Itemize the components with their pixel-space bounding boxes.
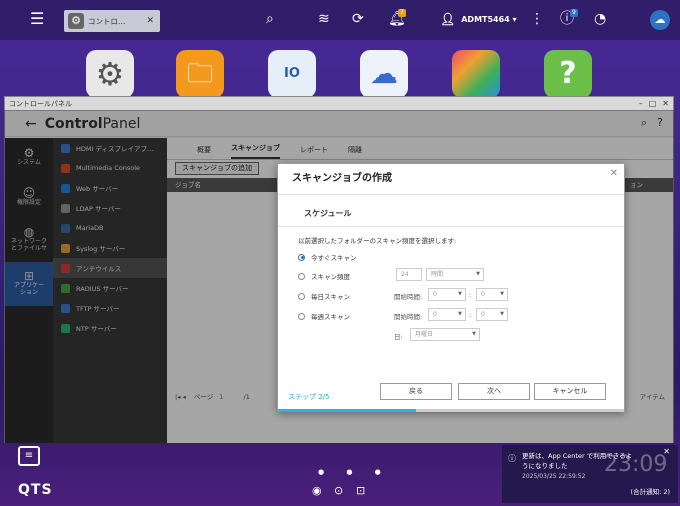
info-badge: 9 bbox=[570, 9, 578, 17]
sync-icon[interactable]: ⟳ bbox=[352, 12, 364, 26]
option-weekly-scan[interactable]: 毎週スキャン bbox=[298, 311, 350, 321]
time-colon: : bbox=[469, 291, 472, 299]
user-name: ADMT5464 ▾ bbox=[461, 14, 517, 24]
cloud-app-icon[interactable]: ☁ bbox=[360, 50, 408, 98]
weekday-select[interactable]: 月曜日 ▼ bbox=[410, 328, 480, 341]
section-title: スケジュール bbox=[304, 209, 352, 218]
frequency-unit-select[interactable]: 時間 ▼ bbox=[426, 268, 484, 281]
cancel-button[interactable]: キャンセル bbox=[534, 383, 606, 400]
chevron-down-icon: ▼ bbox=[458, 291, 462, 297]
close-icon[interactable]: ✕ bbox=[662, 99, 669, 108]
select-value: 0 bbox=[433, 291, 437, 298]
option-label: スキャン頻度 bbox=[311, 273, 350, 281]
weekly-minute-select[interactable]: 0 ▼ bbox=[476, 308, 508, 321]
chevron-down-icon: ▼ bbox=[500, 291, 504, 297]
option-label: 毎日スキャン bbox=[311, 293, 350, 301]
select-value: 0 bbox=[481, 311, 485, 318]
task-label: コントロ… bbox=[88, 16, 126, 26]
user-menu[interactable]: 👤︎ ADMT5464 ▾ bbox=[440, 12, 517, 26]
storage-app-icon[interactable]: IO bbox=[268, 50, 316, 98]
notification-total: (合計通知: 2) bbox=[630, 488, 670, 496]
maximize-icon[interactable]: □ bbox=[649, 99, 657, 108]
radio[interactable] bbox=[298, 292, 305, 300]
option-scan-frequency[interactable]: スキャン頻度 bbox=[298, 271, 350, 281]
search-icon[interactable]: ⊙ bbox=[334, 484, 343, 497]
apps-icon[interactable]: ⊡ bbox=[356, 484, 365, 497]
daily-minute-select[interactable]: 0 ▼ bbox=[476, 288, 508, 301]
select-value: 時間 bbox=[431, 271, 444, 278]
info-icon: ⓘ bbox=[508, 454, 516, 463]
divider bbox=[278, 226, 624, 227]
frequency-input[interactable]: 24 bbox=[396, 268, 422, 281]
start-time-label: 開始時間: bbox=[394, 293, 423, 301]
settings-app-icon[interactable]: ⚙ bbox=[86, 50, 134, 98]
start-time-label: 開始時間: bbox=[394, 313, 423, 321]
chevron-down-icon: ▼ bbox=[500, 311, 504, 317]
page-dots[interactable]: ● ● ● bbox=[318, 468, 391, 476]
create-scan-job-dialog: スキャンジョブの作成 ✕ スケジュール 以前選択したフォルダーのスキャン頻度を選… bbox=[277, 163, 625, 412]
chevron-down-icon: ▼ bbox=[458, 311, 462, 317]
dashboard-icon[interactable]: ◉ bbox=[312, 484, 322, 497]
top-bar: ☰ ⚙ コントロ… ✕ ⌕ ≋ ⟳ 🔔︎ 7 👤︎ ADMT5464 ▾ ⋮ ⓘ… bbox=[0, 0, 680, 40]
option-scan-now[interactable]: 今すぐスキャン bbox=[298, 252, 357, 262]
step-indicator: ステップ 2/5 bbox=[288, 393, 330, 401]
notification-time: 2025/03/25 22:59:52 bbox=[522, 473, 586, 480]
option-label: 毎週スキャン bbox=[311, 313, 350, 321]
gear-icon: ⚙ bbox=[68, 13, 84, 29]
window-titlebar[interactable]: コントロールパネル – □ ✕ bbox=[5, 97, 673, 111]
progress-fill bbox=[278, 409, 417, 412]
close-icon[interactable]: ✕ bbox=[146, 16, 154, 26]
minimize-icon[interactable]: – bbox=[639, 99, 643, 108]
notif-badge: 7 bbox=[398, 9, 406, 17]
app-center-icon[interactable] bbox=[452, 50, 500, 98]
radio-selected[interactable] bbox=[298, 253, 305, 261]
chevron-down-icon: ▼ bbox=[472, 331, 476, 337]
option-label: 今すぐスキャン bbox=[311, 254, 357, 262]
search-icon[interactable]: ⌕ bbox=[266, 12, 274, 26]
weekly-hour-select[interactable]: 0 ▼ bbox=[428, 308, 466, 321]
day-label: 日: bbox=[394, 333, 403, 341]
menu-icon[interactable]: ☰ bbox=[30, 11, 44, 27]
divider bbox=[278, 194, 624, 195]
select-value: 月曜日 bbox=[415, 331, 434, 338]
file-station-icon[interactable]: 🗀 bbox=[176, 50, 224, 98]
notes-icon[interactable]: ≡ bbox=[18, 446, 40, 466]
radio[interactable] bbox=[298, 272, 305, 280]
option-daily-scan[interactable]: 毎日スキャン bbox=[298, 291, 350, 301]
cloud-icon[interactable]: ☁ bbox=[650, 10, 670, 30]
user-icon: 👤︎ bbox=[440, 12, 456, 26]
taskbar-control-panel[interactable]: ⚙ コントロ… ✕ bbox=[64, 10, 160, 32]
tasks-icon[interactable]: ≋ bbox=[318, 12, 330, 26]
time-colon: : bbox=[469, 311, 472, 319]
desktop-clock: 23:09 bbox=[604, 452, 668, 477]
select-value: 0 bbox=[433, 311, 437, 318]
chevron-down-icon: ▼ bbox=[476, 271, 480, 277]
dialog-title: スキャンジョブの作成 bbox=[292, 173, 392, 184]
more-icon[interactable]: ⋮ bbox=[530, 12, 544, 26]
dashboard-icon[interactable]: ◔ bbox=[594, 12, 606, 26]
description: 以前選択したフォルダーのスキャン頻度を選択します: bbox=[298, 237, 457, 245]
select-value: 0 bbox=[481, 291, 485, 298]
back-button[interactable]: 戻る bbox=[380, 383, 452, 400]
radio[interactable] bbox=[298, 312, 305, 320]
close-icon[interactable]: ✕ bbox=[610, 168, 618, 179]
wizard-progress-bar bbox=[278, 409, 624, 412]
qts-logo: QTS bbox=[18, 482, 53, 498]
help-app-icon[interactable]: ? bbox=[544, 50, 592, 98]
daily-hour-select[interactable]: 0 ▼ bbox=[428, 288, 466, 301]
window-title: コントロールパネル bbox=[9, 99, 72, 108]
next-button[interactable]: 次へ bbox=[458, 383, 530, 400]
